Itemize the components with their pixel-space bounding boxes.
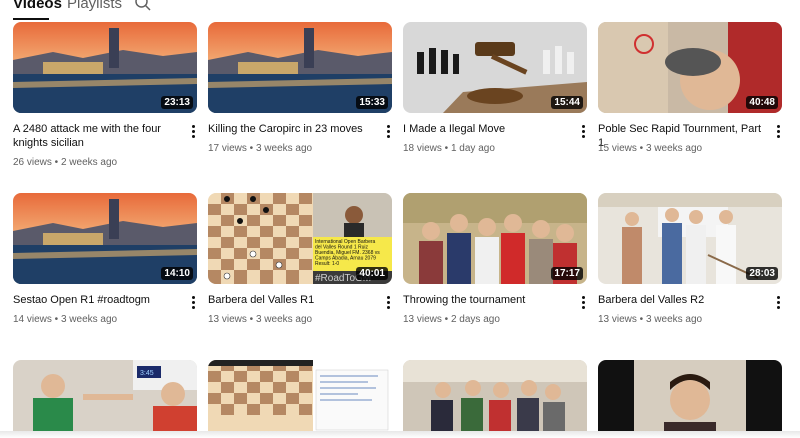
video-meta: 18 views • 1 day ago: [403, 143, 495, 154]
video-thumbnail[interactable]: [403, 360, 587, 438]
clock-readout: 3:45: [140, 370, 154, 377]
portrait-thumbnail-image: [598, 360, 782, 438]
video-thumbnail[interactable]: 15:33: [208, 22, 392, 113]
video-card[interactable]: 3:45: [13, 360, 197, 438]
search-icon[interactable]: [134, 0, 152, 12]
video-duration: 40:48: [746, 96, 778, 109]
video-thumbnail[interactable]: [598, 360, 782, 438]
video-thumbnail[interactable]: 3:45: [13, 360, 197, 438]
video-card[interactable]: 15:44 I Made a Ilegal Move 18 views • 1 …: [403, 22, 587, 154]
video-views: 18 views: [403, 143, 442, 154]
video-age: 2 weeks ago: [60, 157, 118, 168]
video-title[interactable]: Barbera del Valles R2: [598, 293, 766, 307]
video-duration: 28:03: [746, 267, 778, 280]
video-card[interactable]: [403, 360, 587, 438]
video-meta: 14 views • 3 weeks ago: [13, 314, 118, 325]
video-meta: 13 views • 3 weeks ago: [208, 314, 313, 325]
video-duration: 23:13: [161, 96, 193, 109]
more-options-icon[interactable]: [579, 295, 587, 309]
video-thumbnail[interactable]: 14:10: [13, 193, 197, 284]
video-title[interactable]: Barbera del Valles R1: [208, 293, 376, 307]
video-meta: 15 views • 3 weeks ago: [598, 143, 703, 154]
video-thumbnail[interactable]: 23:13: [13, 22, 197, 113]
tab-videos[interactable]: Videos: [13, 0, 62, 14]
video-meta: 17 views • 3 weeks ago: [208, 143, 313, 154]
video-duration: 17:17: [551, 267, 583, 280]
video-card[interactable]: 14:10 Sestao Open R1 #roadtogm 14 views …: [13, 193, 197, 325]
video-age: 3 weeks ago: [645, 314, 703, 325]
board-and-pgn-thumbnail-image: [208, 360, 392, 438]
video-age: 3 weeks ago: [645, 143, 703, 154]
video-thumbnail[interactable]: 28:03: [598, 193, 782, 284]
video-duration: 15:44: [551, 96, 583, 109]
handshake-thumbnail-image: 3:45: [13, 360, 197, 438]
video-meta: 13 views • 3 weeks ago: [598, 314, 703, 325]
channel-tabs: Videos Playlists: [0, 0, 800, 20]
more-options-icon[interactable]: [774, 124, 782, 138]
video-views: 13 views: [403, 314, 442, 325]
video-age: 2 days ago: [450, 314, 500, 325]
video-thumbnail[interactable]: 17:17: [403, 193, 587, 284]
video-views: 14 views: [13, 314, 52, 325]
more-options-icon[interactable]: [384, 295, 392, 309]
video-card[interactable]: 15:33 Killing the Caropirc in 23 moves 1…: [208, 22, 392, 154]
video-views: 17 views: [208, 143, 247, 154]
video-title[interactable]: A 2480 attack me with the four knights s…: [13, 122, 181, 150]
more-options-icon[interactable]: [189, 295, 197, 309]
video-card[interactable]: 40:48 Poble Sec Rapid Tournment, Part 1 …: [598, 22, 782, 154]
more-options-icon[interactable]: [384, 124, 392, 138]
video-views: 15 views: [598, 143, 637, 154]
more-options-icon[interactable]: [774, 295, 782, 309]
video-thumbnail[interactable]: 15:44: [403, 22, 587, 113]
video-card[interactable]: 23:13 A 2480 attack me with the four kni…: [13, 22, 197, 168]
more-options-icon[interactable]: [189, 124, 197, 138]
video-title[interactable]: Sestao Open R1 #roadtogm: [13, 293, 181, 307]
video-meta: 26 views • 2 weeks ago: [13, 157, 118, 168]
video-age: 3 weeks ago: [255, 143, 313, 154]
tab-playlists[interactable]: Playlists: [67, 0, 122, 14]
video-card[interactable]: International Open Barbera del Valles Rou…: [208, 193, 392, 325]
more-options-icon[interactable]: [579, 124, 587, 138]
video-meta: 13 views • 2 days ago: [403, 314, 500, 325]
team-photo-thumbnail-image: [403, 360, 587, 438]
video-views: 13 views: [598, 314, 637, 325]
video-thumbnail[interactable]: [208, 360, 392, 438]
video-age: 3 weeks ago: [60, 314, 118, 325]
video-thumbnail[interactable]: International Open Barbera del Valles Rou…: [208, 193, 392, 284]
scroll-shadow: [0, 431, 800, 438]
video-card[interactable]: [598, 360, 782, 438]
video-age: 3 weeks ago: [255, 314, 313, 325]
video-title[interactable]: Killing the Caropirc in 23 moves: [208, 122, 376, 136]
video-title[interactable]: Throwing the tournament: [403, 293, 571, 307]
video-views: 26 views: [13, 157, 52, 168]
video-duration: 14:10: [161, 267, 193, 280]
video-age: 1 day ago: [450, 143, 495, 154]
video-thumbnail[interactable]: 40:48: [598, 22, 782, 113]
video-card[interactable]: [208, 360, 392, 438]
tab-videos-underline: [13, 18, 49, 20]
video-card[interactable]: 28:03 Barbera del Valles R2 13 views • 3…: [598, 193, 782, 325]
video-views: 13 views: [208, 314, 247, 325]
video-title[interactable]: I Made a Ilegal Move: [403, 122, 571, 136]
video-card[interactable]: 17:17 Throwing the tournament 13 views •…: [403, 193, 587, 325]
video-duration: 40:01: [356, 267, 388, 280]
video-duration: 15:33: [356, 96, 388, 109]
